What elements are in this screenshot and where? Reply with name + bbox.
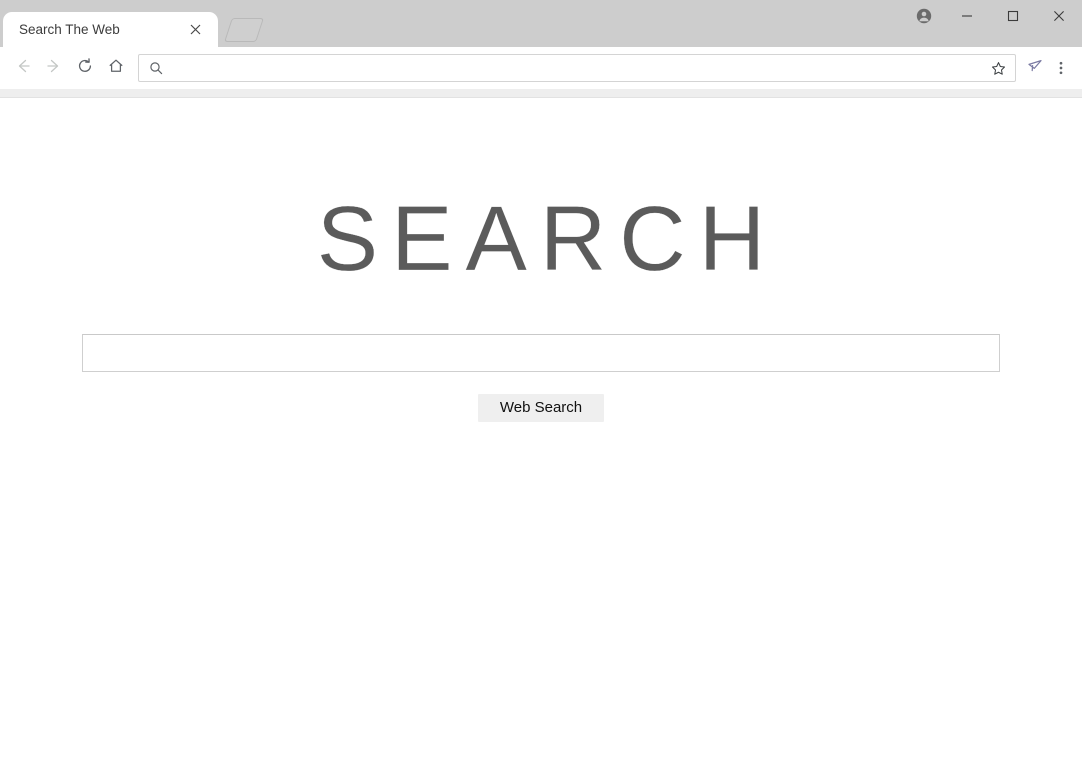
title-bar: Search The Web — [0, 0, 1082, 47]
arrow-left-icon — [14, 57, 32, 80]
page-content: SEARCH Web Search — [0, 98, 1082, 774]
search-form — [0, 334, 1082, 372]
toolbar-separator — [0, 89, 1082, 98]
tab-search-the-web[interactable]: Search The Web — [3, 12, 218, 47]
extension-button[interactable] — [1022, 54, 1048, 82]
three-dot-menu-icon[interactable] — [1048, 54, 1074, 82]
new-tab-icon — [224, 18, 264, 42]
reload-icon — [76, 57, 94, 80]
browser-toolbar — [0, 47, 1082, 89]
close-window-button[interactable] — [1036, 0, 1082, 32]
maximize-button[interactable] — [990, 0, 1036, 32]
home-icon — [107, 57, 125, 80]
window-controls — [904, 0, 1082, 32]
close-icon[interactable] — [184, 19, 206, 41]
address-bar[interactable] — [138, 54, 1016, 82]
tab-title: Search The Web — [19, 22, 120, 37]
reload-button[interactable] — [70, 53, 100, 83]
web-search-button[interactable]: Web Search — [477, 394, 605, 422]
search-input[interactable] — [82, 334, 1000, 372]
search-button-row: Web Search — [0, 394, 1082, 422]
address-bar-input[interactable] — [165, 56, 987, 80]
minimize-button[interactable] — [944, 0, 990, 32]
home-button[interactable] — [101, 53, 131, 83]
account-circle-icon[interactable] — [904, 0, 944, 32]
forward-button[interactable] — [39, 53, 69, 83]
page-title: SEARCH — [316, 188, 779, 290]
back-button[interactable] — [8, 53, 38, 83]
new-tab-button[interactable] — [220, 12, 266, 46]
extension-icon — [1026, 57, 1044, 80]
star-icon[interactable] — [987, 57, 1009, 79]
search-icon — [147, 59, 165, 77]
arrow-right-icon — [45, 57, 63, 80]
